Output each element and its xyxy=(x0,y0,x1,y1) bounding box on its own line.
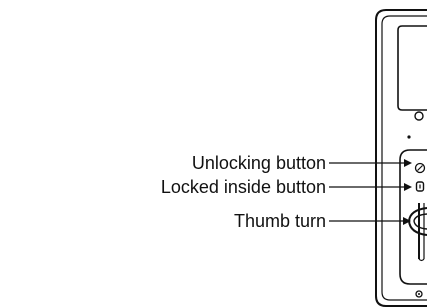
unlocking-button-label: Unlocking button xyxy=(192,153,326,173)
indicator-ring xyxy=(414,111,424,121)
door-lock-diagram: Unlocking button Locked inside button Th… xyxy=(161,9,427,307)
unlocking-button-icon xyxy=(414,162,426,174)
control-panel xyxy=(399,149,427,285)
indicator-dot xyxy=(407,135,411,139)
door-lock-body xyxy=(375,9,427,307)
display-window xyxy=(397,25,427,111)
locked-inside-button-label: Locked inside button xyxy=(161,177,326,197)
bottom-screw xyxy=(415,290,423,298)
thumb-turn-knob xyxy=(407,203,427,262)
thumb-turn-leader xyxy=(329,217,411,225)
thumb-turn-label: Thumb turn xyxy=(234,211,326,231)
locked-inside-button-icon xyxy=(415,181,425,192)
